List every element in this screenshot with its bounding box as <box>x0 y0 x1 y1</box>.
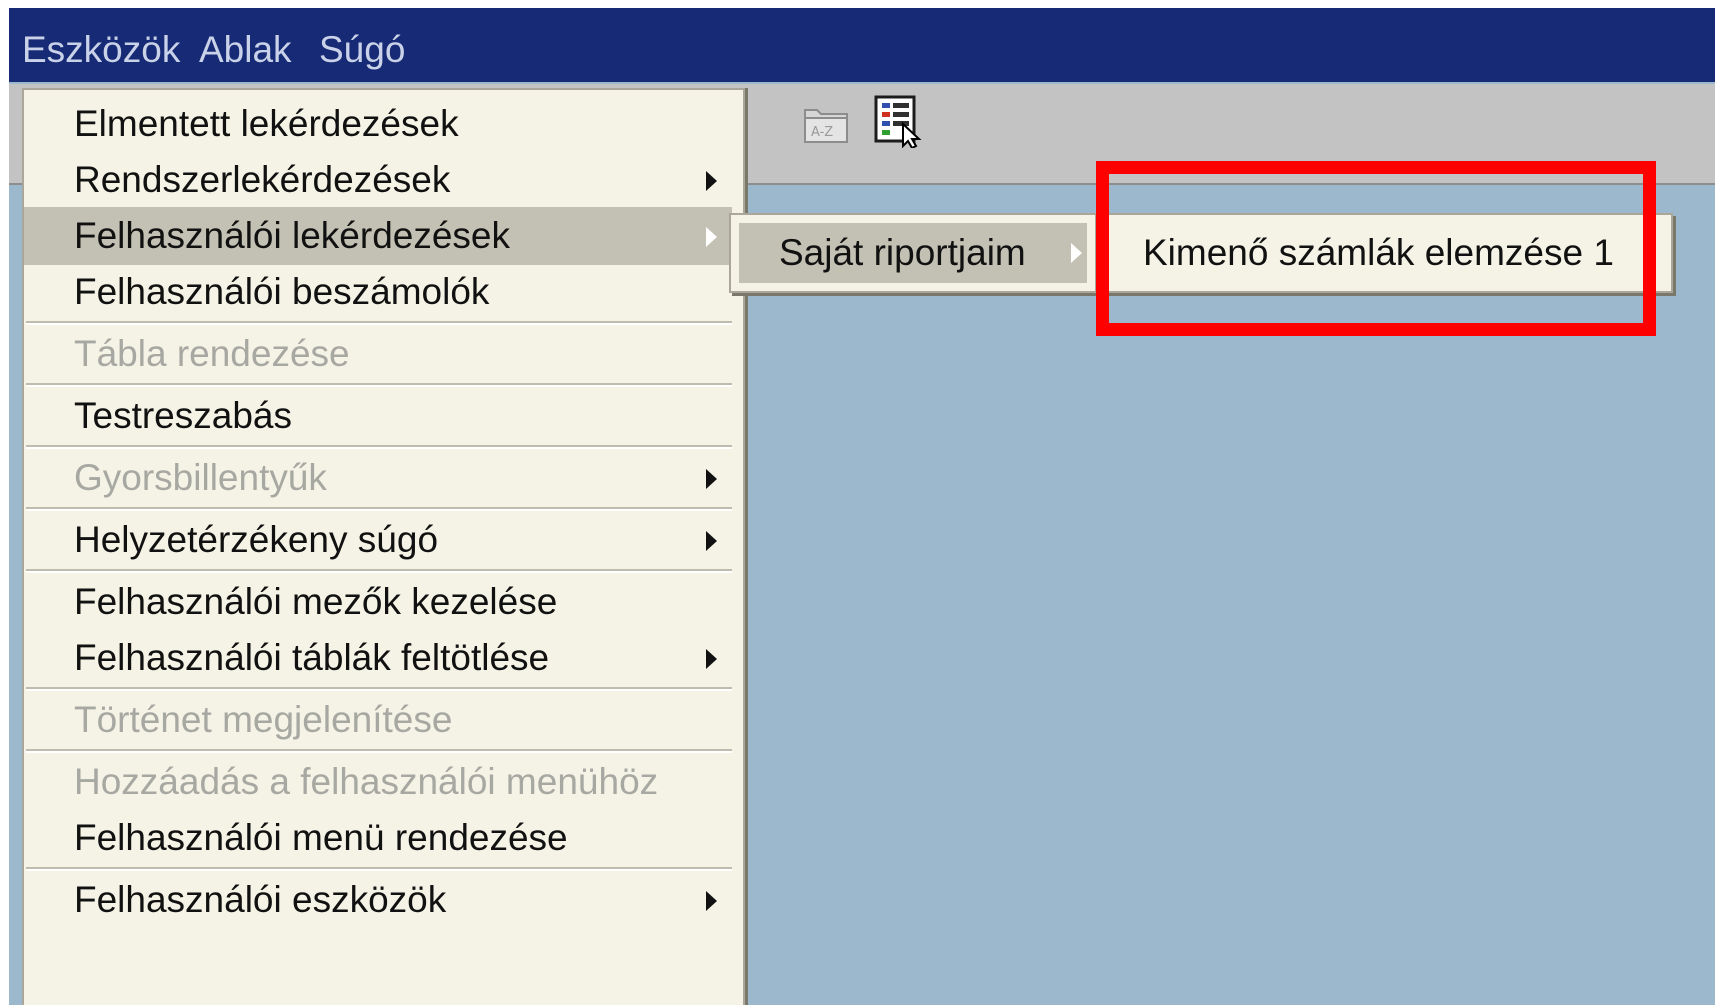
menu-item-user-reports[interactable]: Felhasználói beszámolók <box>24 263 732 321</box>
menu-item-label: Testreszabás <box>74 395 292 436</box>
menu-item-label: Felhasználói beszámolók <box>74 271 490 312</box>
menu-eszkozok[interactable]: Eszközök <box>22 30 180 70</box>
app-window: Eszközök Ablak Súgó A-Z Elmentett lekérd… <box>9 8 1715 1005</box>
sort-az-icon[interactable]: A-Z <box>803 100 849 146</box>
tools-menu: Elmentett lekérdezések Rendszerlekérdezé… <box>22 88 745 1005</box>
menu-item-user-fields[interactable]: Felhasználói mezők kezelése <box>24 573 732 631</box>
menu-item-label: Gyorsbillentyűk <box>74 457 327 498</box>
submenu-arrow-icon <box>706 469 717 489</box>
menu-item-label: Felhasználói eszközök <box>74 879 447 920</box>
menu-item-show-history: Történet megjelenítése <box>24 691 732 749</box>
menu-item-label: Elmentett lekérdezések <box>74 103 459 144</box>
submenu-arrow-icon <box>706 891 717 911</box>
menu-item-label: Felhasználói lekérdezések <box>74 215 511 256</box>
menu-item-shortcuts: Gyorsbillentyűk <box>24 449 732 507</box>
menu-item-add-to-user-menu: Hozzáadás a felhasználói menühöz <box>24 753 732 811</box>
menu-item-arrange-user-menu[interactable]: Felhasználói menü rendezése <box>24 809 732 867</box>
my-reports-submenu: Kimenő számlák elemzése 1 <box>1095 213 1673 293</box>
menu-item-label: Hozzáadás a felhasználói menühöz <box>74 761 659 802</box>
menu-item-customization[interactable]: Testreszabás <box>24 387 732 445</box>
menu-item-user-queries[interactable]: Felhasználói lekérdezések <box>24 207 732 265</box>
menu-item-sort-table: Tábla rendezése <box>24 325 732 383</box>
submenu-item-outgoing-invoice-analysis[interactable]: Kimenő számlák elemzése 1 <box>1143 223 1614 283</box>
submenu-arrow-icon <box>706 171 717 191</box>
menu-item-label: Felhasználói mezők kezelése <box>74 581 558 622</box>
menu-item-label: Helyzetérzékeny súgó <box>74 519 439 560</box>
menu-item-saved-queries[interactable]: Elmentett lekérdezések <box>24 95 732 153</box>
user-queries-submenu: Saját riportjaim <box>729 213 1097 293</box>
menu-ablak[interactable]: Ablak <box>199 30 292 70</box>
menu-item-label: Tábla rendezése <box>74 333 350 374</box>
menu-item-label: Történet megjelenítése <box>74 699 453 740</box>
submenu-arrow-icon <box>706 531 717 551</box>
menu-sugo[interactable]: Súgó <box>319 30 405 70</box>
svg-text:A-Z: A-Z <box>811 125 833 140</box>
menu-item-system-queries[interactable]: Rendszerlekérdezések <box>24 151 732 209</box>
menu-item-label: Felhasználói táblák feltötlése <box>74 637 550 678</box>
menu-bar: Eszközök Ablak Súgó <box>9 8 1715 82</box>
menu-item-user-tables[interactable]: Felhasználói táblák feltötlése <box>24 629 732 687</box>
submenu-arrow-icon <box>706 649 717 669</box>
menu-item-label: Rendszerlekérdezések <box>74 159 451 200</box>
menu-item-context-help[interactable]: Helyzetérzékeny súgó <box>24 511 732 569</box>
submenu-arrow-icon <box>1071 243 1082 263</box>
submenu-item-label: Saját riportjaim <box>779 232 1026 273</box>
menu-item-label: Felhasználói menü rendezése <box>74 817 568 858</box>
menu-item-user-tools[interactable]: Felhasználói eszközök <box>24 871 732 929</box>
submenu-arrow-icon <box>706 227 717 247</box>
submenu-item-my-reports[interactable]: Saját riportjaim <box>739 223 1087 283</box>
report-icon[interactable] <box>873 94 925 150</box>
